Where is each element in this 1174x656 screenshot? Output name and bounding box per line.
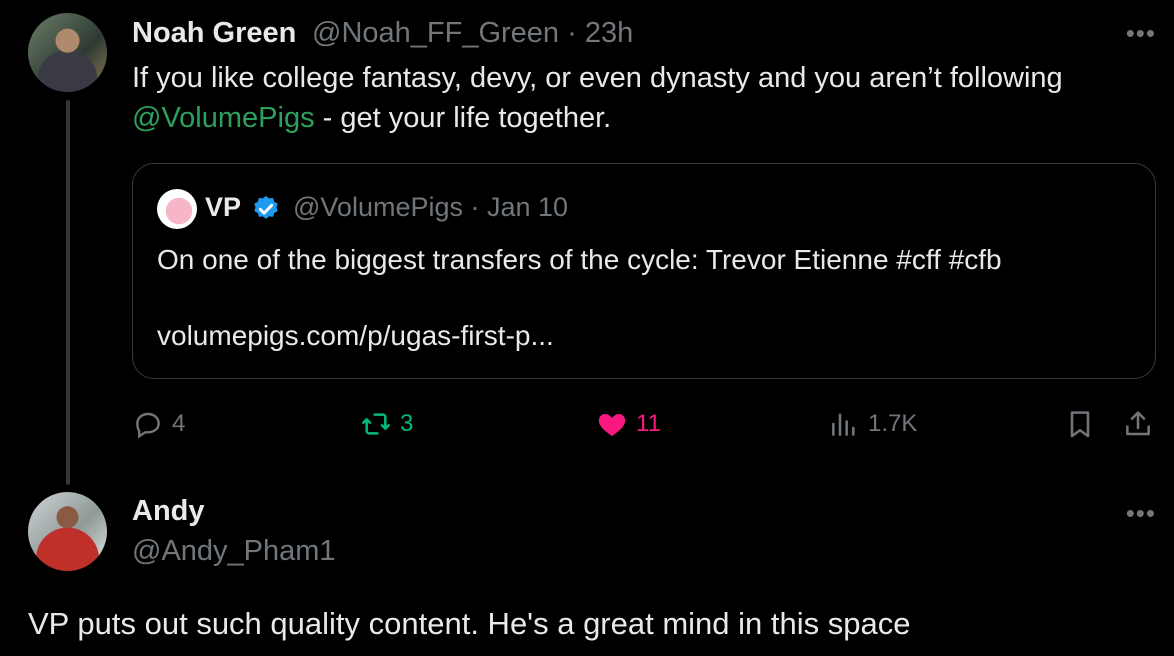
avatar-noah-green[interactable] [28, 13, 107, 92]
author-handle[interactable]: @Noah_FF_Green · 23h [312, 17, 633, 50]
quoted-author-name[interactable]: VP [205, 192, 241, 223]
reply-more-options-icon[interactable]: ••• [1126, 498, 1156, 529]
retweet-icon [362, 413, 390, 435]
avatar-andy[interactable] [28, 492, 107, 571]
quoted-avatar[interactable] [157, 189, 197, 229]
quoted-tweet-card[interactable]: VP @VolumePigs · Jan 10 On one of the bi… [132, 163, 1156, 379]
heart-icon [598, 414, 626, 436]
bookmark-icon [1070, 411, 1090, 438]
view-count: 1.7K [868, 410, 918, 437]
like-button[interactable]: 11 [596, 408, 661, 440]
tweet-text-part: - get your life together. [314, 102, 612, 134]
tweet-text-part: If you like college fantasy, devy, or ev… [132, 62, 1063, 94]
retweet-button[interactable]: 3 [360, 408, 413, 440]
timestamp[interactable]: · 23h [567, 17, 633, 49]
quoted-handle[interactable]: @VolumePigs · Jan 10 [293, 192, 568, 223]
share-button[interactable] [1122, 408, 1154, 440]
reply-text: VP puts out such quality content. He's a… [28, 606, 911, 641]
bookmark-button[interactable] [1064, 408, 1096, 440]
more-options-icon[interactable]: ••• [1126, 18, 1156, 49]
reply-icon [136, 412, 160, 439]
tweet-text: If you like college fantasy, devy, or ev… [132, 58, 1152, 138]
quoted-text: On one of the biggest transfers of the c… [157, 244, 1002, 275]
quoted-link[interactable]: volumepigs.com/p/ugas-first-p... [157, 320, 554, 352]
reply-button[interactable]: 4 [132, 408, 185, 440]
mention-link[interactable]: @VolumePigs [132, 102, 315, 134]
author-name[interactable]: Noah Green [132, 17, 296, 50]
reply-count: 4 [172, 410, 186, 437]
retweet-count: 3 [400, 410, 414, 437]
handle-text[interactable]: @Noah_FF_Green [312, 17, 559, 49]
views-icon [832, 413, 855, 436]
tweet-actions: 4 3 11 1.7K [0, 408, 1174, 448]
views-button[interactable]: 1.7K [828, 408, 917, 440]
reply-author-name[interactable]: Andy [132, 495, 205, 528]
reply-author-handle[interactable]: @Andy_Pham1 [132, 535, 336, 568]
share-icon [1126, 411, 1150, 436]
verified-icon [254, 195, 278, 219]
like-count: 11 [636, 410, 661, 437]
